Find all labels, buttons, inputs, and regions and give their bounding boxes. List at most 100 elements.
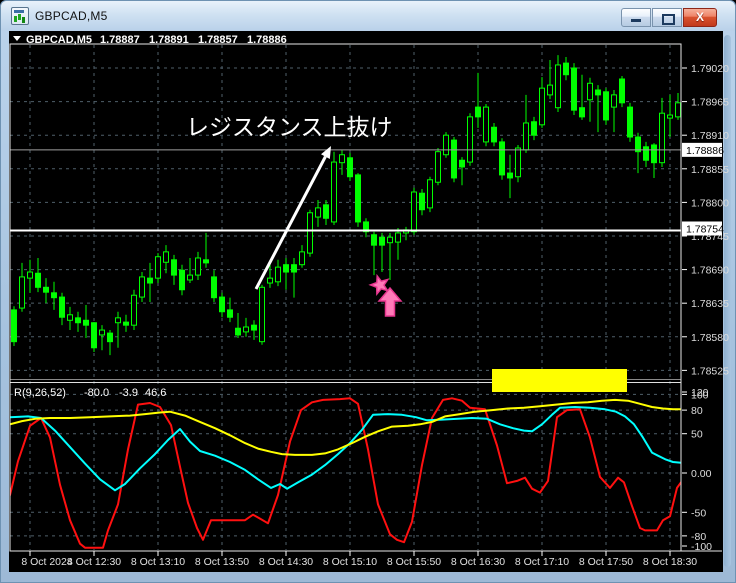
candle-body: [627, 106, 633, 138]
candle-body: [107, 332, 113, 343]
price-axis-label: 1.78800: [691, 197, 729, 209]
candle-body: [227, 309, 233, 318]
price-axis-label: 1.78580: [691, 332, 729, 344]
candle-body: [539, 87, 545, 126]
candle-body: [475, 106, 481, 118]
candle-body: [19, 276, 25, 309]
candle-body: [611, 94, 617, 108]
candle-body: [467, 116, 473, 163]
candle-body: [11, 309, 17, 343]
candle-body: [211, 276, 217, 299]
candle-body: [531, 121, 537, 136]
candle-body: [603, 91, 609, 121]
time-axis-label: 8 Oct 17:50: [579, 556, 633, 568]
indicator-value-1: -80.0: [84, 387, 109, 399]
annotation-text[interactable]: レジスタンス上抜け: [186, 115, 393, 142]
candle-body: [579, 107, 585, 118]
screen: { "window": { "title": "GBPCAD,M5" }, "h…: [0, 0, 736, 583]
candle-body: [355, 174, 361, 223]
indicator-value-2: -3.9: [119, 387, 138, 399]
time-axis-label: 8 Oct 15:10: [323, 556, 377, 568]
star-marker-icon[interactable]: [368, 273, 390, 297]
candle-body: [99, 329, 105, 336]
candle-body: [379, 236, 385, 246]
candle-body: [435, 151, 441, 183]
candle-body: [123, 321, 129, 326]
candle-body: [91, 322, 97, 349]
price-axis-label: 1.78965: [691, 97, 729, 109]
indicator-axis-label: 100: [691, 389, 709, 401]
candle-body: [187, 274, 193, 281]
candle-body: [331, 161, 337, 223]
price-axis-label: 1.78525: [691, 365, 729, 377]
candle-body: [51, 292, 57, 299]
highlight-rectangle[interactable]: [492, 369, 627, 392]
candle-body: [619, 78, 625, 104]
candle-body: [131, 294, 137, 326]
candle-body: [299, 251, 305, 266]
header-symbol: GBPCAD,M5: [26, 34, 92, 46]
candle-body: [163, 251, 169, 263]
candle-body: [411, 191, 417, 233]
resistance-price-badge-label: 1.78754: [686, 223, 724, 235]
time-axis-label: 8 Oct 17:10: [515, 556, 569, 568]
time-axis-label: 8 Oct 14:30: [259, 556, 313, 568]
header-high: 1.78891: [149, 34, 189, 46]
candle-body: [283, 264, 289, 273]
bid-price-badge-label: 1.78886: [686, 145, 724, 157]
candle-body: [251, 324, 257, 331]
time-axis-label: 8 Oct 13:10: [131, 556, 185, 568]
candle-body: [499, 141, 505, 176]
candle-body: [35, 272, 41, 288]
candle-body: [515, 147, 521, 178]
candle-body: [115, 317, 121, 324]
candle-body: [347, 157, 353, 178]
candle-body: [139, 276, 145, 298]
candle-body: [275, 266, 281, 283]
candle-body: [339, 154, 345, 164]
header-low: 1.78857: [198, 34, 238, 46]
time-axis-label: 8 Oct 2024: [21, 556, 73, 568]
candle-body: [587, 82, 593, 101]
indicator-value-3: 46.6: [145, 387, 166, 399]
time-axis-label: 8 Oct 15:50: [387, 556, 441, 568]
candle-body: [243, 326, 249, 333]
candle-body: [315, 207, 321, 218]
candle-body: [387, 236, 393, 244]
candle-body: [235, 327, 241, 336]
candle-body: [651, 144, 657, 164]
up-arrow-marker-icon[interactable]: [377, 286, 403, 317]
candle-body: [203, 259, 209, 264]
price-axis-label: 1.78635: [691, 298, 729, 310]
candle-body: [451, 139, 457, 179]
header-close: 1.78886: [247, 34, 287, 46]
candle-body: [147, 277, 153, 284]
indicator-line-rci26: [10, 406, 681, 492]
candle-body: [443, 134, 449, 156]
candle-body: [491, 126, 497, 143]
candle-body: [595, 89, 601, 96]
candle-body: [483, 106, 489, 143]
chart-svg: 1.79020 1.78965 1.78910 1.78855 1.78800 1.787…: [9, 34, 729, 568]
price-axis-label: 1.78910: [691, 130, 729, 142]
candle-body: [523, 122, 529, 151]
candle-body: [667, 114, 673, 119]
candle-body: [171, 259, 177, 276]
chevron-down-icon[interactable]: [13, 36, 21, 41]
candle-body: [155, 256, 161, 279]
price-axis-label: 1.78855: [691, 164, 729, 176]
candle-body: [179, 269, 185, 291]
candle-body: [219, 296, 225, 313]
candle-body: [643, 146, 649, 161]
candle-body: [307, 212, 313, 254]
candle-body: [675, 102, 681, 118]
price-axis-label: 1.78690: [691, 265, 729, 277]
candle-body: [27, 271, 33, 279]
indicator-axis-label: 80: [691, 405, 703, 417]
header-open: 1.78887: [100, 34, 140, 46]
time-axis-label: 8 Oct 16:30: [451, 556, 505, 568]
candle-body: [659, 112, 665, 164]
indicator-name: R(9,26,52): [14, 387, 66, 399]
candle-body: [507, 172, 513, 179]
candle-body: [195, 257, 201, 276]
